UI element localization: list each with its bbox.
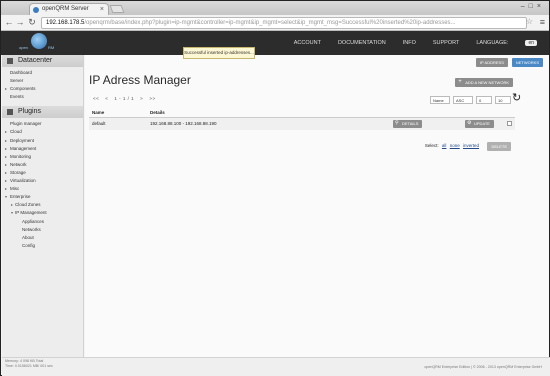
pager: << <1 - 1 / 1 > >> <box>93 96 162 101</box>
tab-bar: openQRM Server × –□× <box>1 1 549 15</box>
networks-button[interactable]: NETWORKS <box>511 58 543 67</box>
sidebar-item-deployment[interactable]: Deployment <box>2 137 83 145</box>
tab-title: openQRM Server <box>42 6 89 12</box>
sidebar-item-monitoring[interactable]: Monitoring <box>2 153 83 161</box>
sidebar-item-enterprise[interactable]: Enterprise <box>2 193 83 201</box>
table-header: Name Details <box>89 108 515 118</box>
sidebar-item-management[interactable]: Management <box>2 145 83 153</box>
plugins-header[interactable]: Plugins <box>2 106 83 119</box>
select-links: Select: all none inverted <box>425 143 479 148</box>
row-checkbox[interactable] <box>507 121 512 126</box>
logo-q-icon <box>31 33 47 49</box>
ip-address-button[interactable]: IP ADDRESS <box>475 58 508 67</box>
select-label: Select: <box>424 143 439 148</box>
sidebar-item-networks[interactable]: Networks <box>2 226 83 234</box>
row-details: 192.168.88.100 - 192.168.88.190 <box>150 121 217 126</box>
sidebar-item-plugin-manager[interactable]: Plugin manager <box>2 120 83 128</box>
sidebar-item-about[interactable]: About <box>2 234 83 242</box>
sidebar-item-cloud[interactable]: Cloud <box>2 128 83 136</box>
details-label: DETAILS <box>402 121 419 126</box>
order-select[interactable]: ASC <box>453 96 473 104</box>
list-controls: Name ASC 0 10 <box>430 96 511 104</box>
back-icon[interactable]: ← <box>4 17 14 28</box>
row-name: default <box>92 121 106 126</box>
add-network-button[interactable]: ADD A NEW NETWORK <box>455 78 513 87</box>
sidebar-item-ip-management[interactable]: IP Management <box>2 209 83 217</box>
sidebar-item-dashboard[interactable]: Dashboard <box>2 69 83 77</box>
language-label: LANGUAGE: <box>476 40 509 46</box>
search-icon: ⚲ <box>395 120 399 126</box>
bookmark-star-icon[interactable]: ☆ <box>526 17 533 26</box>
nav-account[interactable]: ACCOUNT <box>294 40 321 46</box>
logo-text-left: open <box>19 45 28 50</box>
sidebar-item-server[interactable]: Server <box>2 77 83 85</box>
datacenter-header[interactable]: Datacenter <box>2 55 83 67</box>
sort-select[interactable]: Name <box>430 96 450 104</box>
sidebar-item-config[interactable]: Config <box>2 242 83 250</box>
plugins-icon <box>7 109 13 116</box>
sidebar-item-storage[interactable]: Storage <box>2 169 83 177</box>
forward-icon[interactable]: → <box>15 17 25 28</box>
update-button[interactable]: ⚙ UPDATE <box>465 120 494 128</box>
sidebar-item-cloud-zones[interactable]: Cloud Zones <box>2 201 83 209</box>
sidebar: Datacenter Dashboard Server Components E… <box>2 55 84 357</box>
sidebar-item-events[interactable]: Events <box>2 93 83 101</box>
time-stat: Time: 0.0156021 MB/ 001 sec <box>5 364 53 368</box>
window-controls[interactable]: –□× <box>521 3 545 10</box>
datacenter-title: Datacenter <box>18 57 53 64</box>
gear-icon: ⚙ <box>467 120 472 126</box>
offset-input[interactable]: 0 <box>476 96 492 104</box>
select-none-link[interactable]: none <box>450 143 460 148</box>
nav-documentation[interactable]: DOCUMENTATION <box>338 40 386 46</box>
details-button[interactable]: ⚲ DETAILS <box>393 120 423 128</box>
browser-tab[interactable]: openQRM Server × <box>29 3 109 15</box>
top-nav: ACCOUNT DOCUMENTATION INFO SUPPORT LANGU… <box>277 40 537 46</box>
openqrm-logo[interactable]: open RM <box>13 33 63 53</box>
favicon-icon <box>33 7 39 13</box>
pager-next[interactable]: > <box>140 96 143 101</box>
close-tab-icon[interactable]: × <box>100 4 104 15</box>
footer: openQRM Enterprise Edition | © 2006 - 20… <box>2 357 550 376</box>
pager-range: 1 - 1 / 1 <box>114 96 135 101</box>
browser-toolbar: ← → ↻ 192.168.178.5/openqrm/base/index.p… <box>1 15 549 31</box>
refresh-icon[interactable]: ↻ <box>512 93 523 104</box>
browser-menu-icon[interactable]: ≡ <box>540 17 545 27</box>
browser-window: openQRM Server × –□× ← → ↻ 192.168.178.5… <box>0 0 550 376</box>
select-all-link[interactable]: all <box>442 143 447 148</box>
copyright: openQRM Enterprise Edition | © 2006 - 20… <box>424 365 542 369</box>
main-content: IP ADDRESS NETWORKS IP Adress Manager AD… <box>85 55 549 357</box>
networks-table: Name Details default 192.168.88.100 - 19… <box>89 108 515 130</box>
sidebar-footer: Memory: 4 098 KB Total Time: 0.0156021 M… <box>5 359 53 369</box>
limit-select[interactable]: 10 <box>495 96 511 104</box>
plugins-title: Plugins <box>18 108 41 116</box>
nav-info[interactable]: INFO <box>403 40 416 46</box>
sidebar-item-components[interactable]: Components <box>2 85 83 93</box>
update-label: UPDATE <box>474 121 490 126</box>
language-select[interactable]: en <box>525 40 537 46</box>
sidebar-item-virtualization[interactable]: Virtualization <box>2 177 83 185</box>
pager-prev[interactable]: < <box>105 96 108 101</box>
table-row: default 192.168.88.100 - 192.168.88.190 … <box>89 118 515 130</box>
pager-first[interactable]: << <box>93 96 99 101</box>
delete-button[interactable]: DELETE <box>487 142 511 151</box>
sidebar-item-network[interactable]: Network <box>2 161 83 169</box>
logo-text-right: RM <box>48 45 55 50</box>
new-tab-button[interactable] <box>109 5 125 13</box>
address-bar[interactable]: 192.168.178.5/openqrm/base/index.php?plu… <box>41 17 527 29</box>
column-details[interactable]: Details <box>150 108 165 118</box>
select-inverted-link[interactable]: inverted <box>463 143 479 148</box>
app-header: open RM ACCOUNT DOCUMENTATION INFO SUPPO… <box>1 31 549 55</box>
url-path: /openqrm/base/index.php?plugin=ip-mgmt&c… <box>84 20 456 26</box>
reload-icon[interactable]: ↻ <box>27 17 37 28</box>
page-title: IP Adress Manager <box>89 73 191 87</box>
column-name[interactable]: Name <box>92 108 104 118</box>
sidebar-item-appliances[interactable]: Appliances <box>2 218 83 226</box>
notice-message: Successful inserted ip-addresses... <box>183 47 255 59</box>
url-host: 192.168.178.5 <box>46 20 85 26</box>
nav-support[interactable]: SUPPORT <box>433 40 460 46</box>
pager-last[interactable]: >> <box>149 96 155 101</box>
datacenter-icon <box>7 58 13 64</box>
sidebar-item-misc[interactable]: Misc <box>2 185 83 193</box>
top-buttons: IP ADDRESS NETWORKS <box>475 58 543 67</box>
